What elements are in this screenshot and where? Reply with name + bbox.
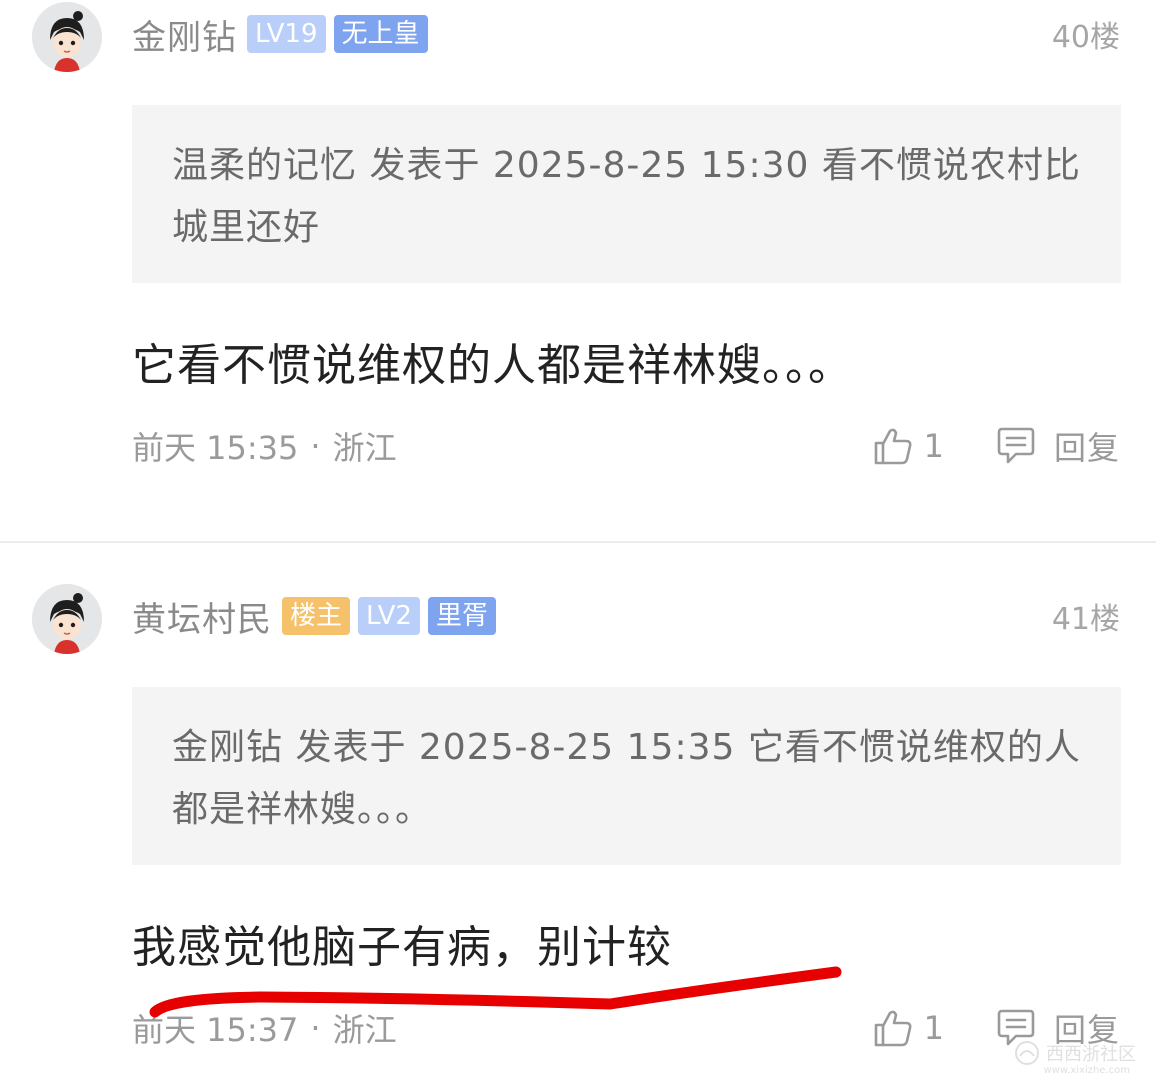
floor-number: 41楼 bbox=[1051, 602, 1120, 637]
post-actions: 1 回复 bbox=[872, 423, 1120, 469]
meta-separator: · bbox=[310, 427, 321, 465]
user-avatar[interactable] bbox=[32, 584, 102, 654]
level-badge: LV2 bbox=[358, 597, 420, 635]
post-header: 金刚钻 LV19 无上皇 40楼 bbox=[132, 10, 1120, 59]
thread-owner-badge: 楼主 bbox=[282, 597, 351, 635]
user-avatar[interactable] bbox=[32, 2, 102, 72]
like-button[interactable]: 1 bbox=[872, 1007, 996, 1049]
comment-post: 金刚钻 LV19 无上皇 40楼 温柔的记忆 发表于 2025-8-25 15:… bbox=[0, 0, 1156, 542]
watermark-text: 西西浙社区 bbox=[1046, 1044, 1136, 1065]
post-time: 前天 15:37 bbox=[132, 1011, 299, 1049]
meta-separator: · bbox=[310, 1009, 321, 1047]
comment-body: 我感觉他脑子有病，别计较 bbox=[132, 922, 672, 973]
reply-button[interactable]: 回复 bbox=[996, 423, 1120, 469]
quoted-reply[interactable]: 温柔的记忆 发表于 2025-8-25 15:30 看不惯说农村比城里还好 bbox=[132, 105, 1121, 283]
quoted-reply[interactable]: 金刚钻 发表于 2025-8-25 15:35 它看不惯说维权的人都是祥林嫂。。… bbox=[132, 687, 1121, 865]
like-count: 1 bbox=[923, 1009, 944, 1047]
site-watermark: 西西浙社区 bbox=[1014, 1040, 1136, 1066]
post-divider bbox=[0, 541, 1156, 543]
post-location: 浙江 bbox=[332, 1011, 397, 1049]
thumbs-up-icon bbox=[874, 1010, 912, 1047]
post-meta: 前天 15:35 · 浙江 1 回复 bbox=[132, 422, 1120, 470]
username[interactable]: 黄坛村民 bbox=[132, 592, 272, 641]
post-location: 浙江 bbox=[332, 429, 397, 467]
post-time: 前天 15:35 bbox=[132, 429, 299, 467]
watermark-url: www.xixizhe.com bbox=[1043, 1065, 1130, 1076]
floor-number: 40楼 bbox=[1051, 20, 1120, 55]
post-meta: 前天 15:37 · 浙江 1 回复 bbox=[132, 1004, 1120, 1052]
like-count: 1 bbox=[923, 427, 944, 465]
watermark-logo-icon bbox=[1015, 1041, 1039, 1065]
comment-post: 黄坛村民 楼主 LV2 里胥 41楼 金刚钻 发表于 2025-8-25 15:… bbox=[0, 544, 1156, 1080]
reply-label: 回复 bbox=[1053, 429, 1120, 467]
post-header: 黄坛村民 楼主 LV2 里胥 41楼 bbox=[132, 592, 1120, 641]
rank-title-badge: 里胥 bbox=[427, 597, 496, 635]
comment-icon bbox=[997, 427, 1035, 464]
rank-title-badge: 无上皇 bbox=[333, 15, 428, 53]
username[interactable]: 金刚钻 bbox=[132, 10, 237, 59]
comment-body: 它看不惯说维权的人都是祥林嫂。。。 bbox=[132, 340, 853, 391]
thumbs-up-icon bbox=[874, 428, 912, 465]
like-button[interactable]: 1 bbox=[872, 425, 996, 467]
level-badge: LV19 bbox=[247, 15, 326, 53]
